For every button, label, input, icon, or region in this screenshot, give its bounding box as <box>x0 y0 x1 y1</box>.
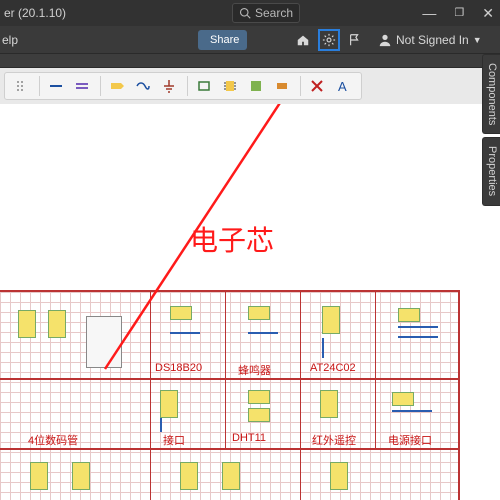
menu-help[interactable]: elp <box>0 33 18 47</box>
share-label: Share <box>210 34 239 46</box>
sign-in-label: Not Signed In <box>396 33 469 47</box>
wire-icon <box>48 78 64 94</box>
block-label-dht11: DHT11 <box>232 432 266 444</box>
flag-icon <box>348 33 362 47</box>
rect-icon <box>196 78 212 94</box>
bus-icon <box>74 78 90 94</box>
svg-text:A: A <box>338 79 347 94</box>
annotation-text: 电子芯 <box>190 219 274 259</box>
netlabel-icon <box>109 78 125 94</box>
tool-rect-button[interactable] <box>192 74 216 98</box>
block-label-ir-remote: 红外遥控 <box>312 432 356 448</box>
ground-icon <box>161 78 177 94</box>
panel-tab-properties[interactable]: Properties <box>482 137 500 205</box>
harness-icon <box>274 78 290 94</box>
settings-button[interactable] <box>318 29 340 51</box>
block-label-seg-display: 4位数码管 <box>28 432 78 448</box>
tool-port-button[interactable] <box>131 74 155 98</box>
tool-wire-button[interactable] <box>44 74 68 98</box>
search-input[interactable]: Search <box>232 3 300 23</box>
block-label-buzzer: 蜂鸣器 <box>238 362 271 378</box>
tool-part-button[interactable] <box>218 74 242 98</box>
tool-text-button[interactable]: A <box>331 74 355 98</box>
port-icon <box>135 78 151 94</box>
cross-icon <box>309 78 325 94</box>
chevron-down-icon: ▼ <box>473 35 482 45</box>
home-button[interactable] <box>292 29 314 51</box>
schematic-toolbar: A <box>0 68 500 104</box>
panel-tab-components[interactable]: Components <box>482 54 500 134</box>
app-title: er (20.1.10) <box>0 6 66 20</box>
tool-divider-button[interactable] <box>9 74 33 98</box>
gear-icon <box>322 33 336 47</box>
sign-in-button[interactable]: Not Signed In ▼ <box>378 26 482 54</box>
block-label-ds18b20: DS18B20 <box>155 362 202 374</box>
user-icon <box>378 33 392 47</box>
schematic-sheet: DS18B20 蜂鸣器 AT24C02 4位数码管 接口 DHT11 红外遥控 … <box>0 290 460 500</box>
home-icon <box>296 33 310 47</box>
sheet-icon <box>248 78 264 94</box>
share-button[interactable]: Share <box>198 30 247 50</box>
tool-ground-button[interactable] <box>157 74 181 98</box>
block-label-at24c02: AT24C02 <box>310 362 356 374</box>
restore-button[interactable]: ❐ <box>454 8 464 19</box>
tool-netlabel-button[interactable] <box>105 74 129 98</box>
notifications-button[interactable] <box>344 29 366 51</box>
minimize-button[interactable]: ― <box>422 6 436 20</box>
search-placeholder: Search <box>255 6 293 20</box>
part-icon <box>222 78 238 94</box>
close-button[interactable]: ✕ <box>482 6 494 20</box>
block-label-interface: 接口 <box>163 432 185 448</box>
schematic-canvas[interactable]: 电子芯 DS18B20 蜂鸣器 AT24C02 4位数码管 接口 DHT11 红… <box>0 104 482 500</box>
block-label-power: 电源接口 <box>388 432 432 448</box>
text-icon: A <box>335 78 351 94</box>
document-tab-strip <box>0 54 500 68</box>
tool-sheet-button[interactable] <box>244 74 268 98</box>
tool-noerc-button[interactable] <box>305 74 329 98</box>
tool-harness-button[interactable] <box>270 74 294 98</box>
grip-icon <box>13 78 29 94</box>
tool-bus-button[interactable] <box>70 74 94 98</box>
search-icon <box>239 7 251 19</box>
